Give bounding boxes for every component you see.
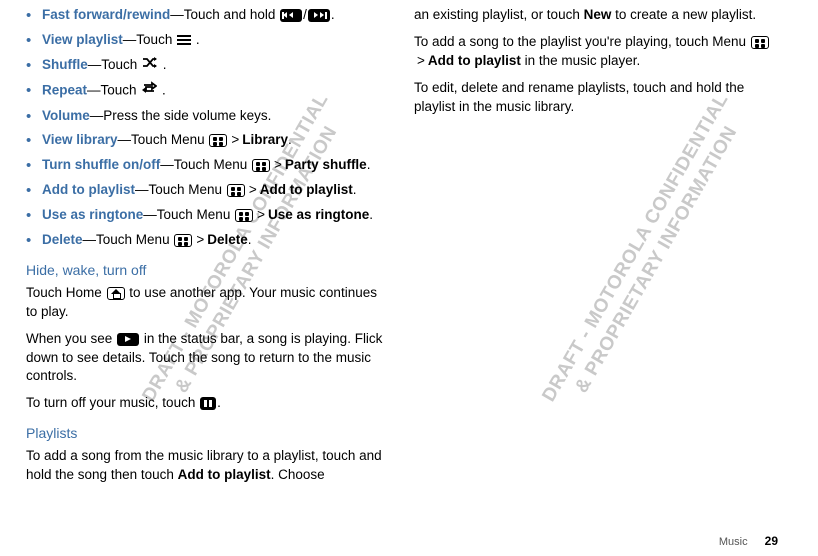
pause-icon	[200, 397, 216, 410]
keyword: Use as ringtone	[42, 207, 143, 222]
menu-icon	[252, 159, 270, 172]
bullet-view-library: View library—Touch Menu >Library.	[26, 131, 386, 150]
fast-forward-icon	[308, 9, 330, 22]
keyword: Volume	[42, 108, 90, 123]
menu-icon	[209, 134, 227, 147]
bullet-turn-shuffle: Turn shuffle on/off—Touch Menu >Party sh…	[26, 156, 386, 175]
page-number: 29	[765, 534, 778, 548]
play-icon	[117, 333, 139, 346]
bullet-shuffle: Shuffle—Touch .	[26, 56, 386, 75]
right-column: an existing playlist, or touch New to cr…	[414, 6, 774, 493]
repeat-icon	[141, 81, 157, 101]
home-icon	[107, 287, 125, 300]
keyword: View library	[42, 132, 118, 147]
section-heading-playlists: Playlists	[26, 425, 386, 441]
bullet-add-to-playlist: Add to playlist—Touch Menu >Add to playl…	[26, 181, 386, 200]
keyword: Repeat	[42, 82, 87, 97]
menu-icon	[174, 234, 192, 247]
keyword: View playlist	[42, 32, 123, 47]
bullet-volume: Volume—Press the side volume keys.	[26, 107, 386, 126]
bullet-delete: Delete—Touch Menu >Delete.	[26, 231, 386, 250]
keyword: Shuffle	[42, 57, 88, 72]
paragraph: Touch Home to use another app. Your musi…	[26, 284, 386, 322]
left-column: Fast forward/rewind—Touch and hold /. Vi…	[26, 6, 386, 493]
paragraph: When you see in the status bar, a song i…	[26, 330, 386, 387]
keyword: Add to playlist	[42, 182, 135, 197]
footer-section-label: Music	[719, 536, 748, 548]
page-footer: Music 29	[719, 534, 778, 548]
paragraph: To add a song to the playlist you're pla…	[414, 33, 774, 71]
bullet-use-as-ringtone: Use as ringtone—Touch Menu >Use as ringt…	[26, 206, 386, 225]
menu-icon	[227, 184, 245, 197]
list-icon	[177, 34, 191, 47]
paragraph: To add a song from the music library to …	[26, 447, 386, 485]
paragraph: an existing playlist, or touch New to cr…	[414, 6, 774, 25]
rewind-icon	[280, 9, 302, 22]
section-heading-hide-wake: Hide, wake, turn off	[26, 262, 386, 278]
menu-icon	[235, 209, 253, 222]
paragraph: To turn off your music, touch .	[26, 394, 386, 413]
keyword: Turn shuffle on/off	[42, 157, 160, 172]
keyword: Delete	[42, 232, 83, 247]
paragraph: To edit, delete and rename playlists, to…	[414, 79, 774, 117]
menu-icon	[751, 36, 769, 49]
shuffle-icon	[142, 56, 158, 75]
bullet-repeat: Repeat—Touch .	[26, 81, 386, 101]
bullet-fast-forward: Fast forward/rewind—Touch and hold /.	[26, 6, 386, 25]
bullet-view-playlist: View playlist—Touch .	[26, 31, 386, 50]
keyword: Fast forward/rewind	[42, 7, 170, 22]
